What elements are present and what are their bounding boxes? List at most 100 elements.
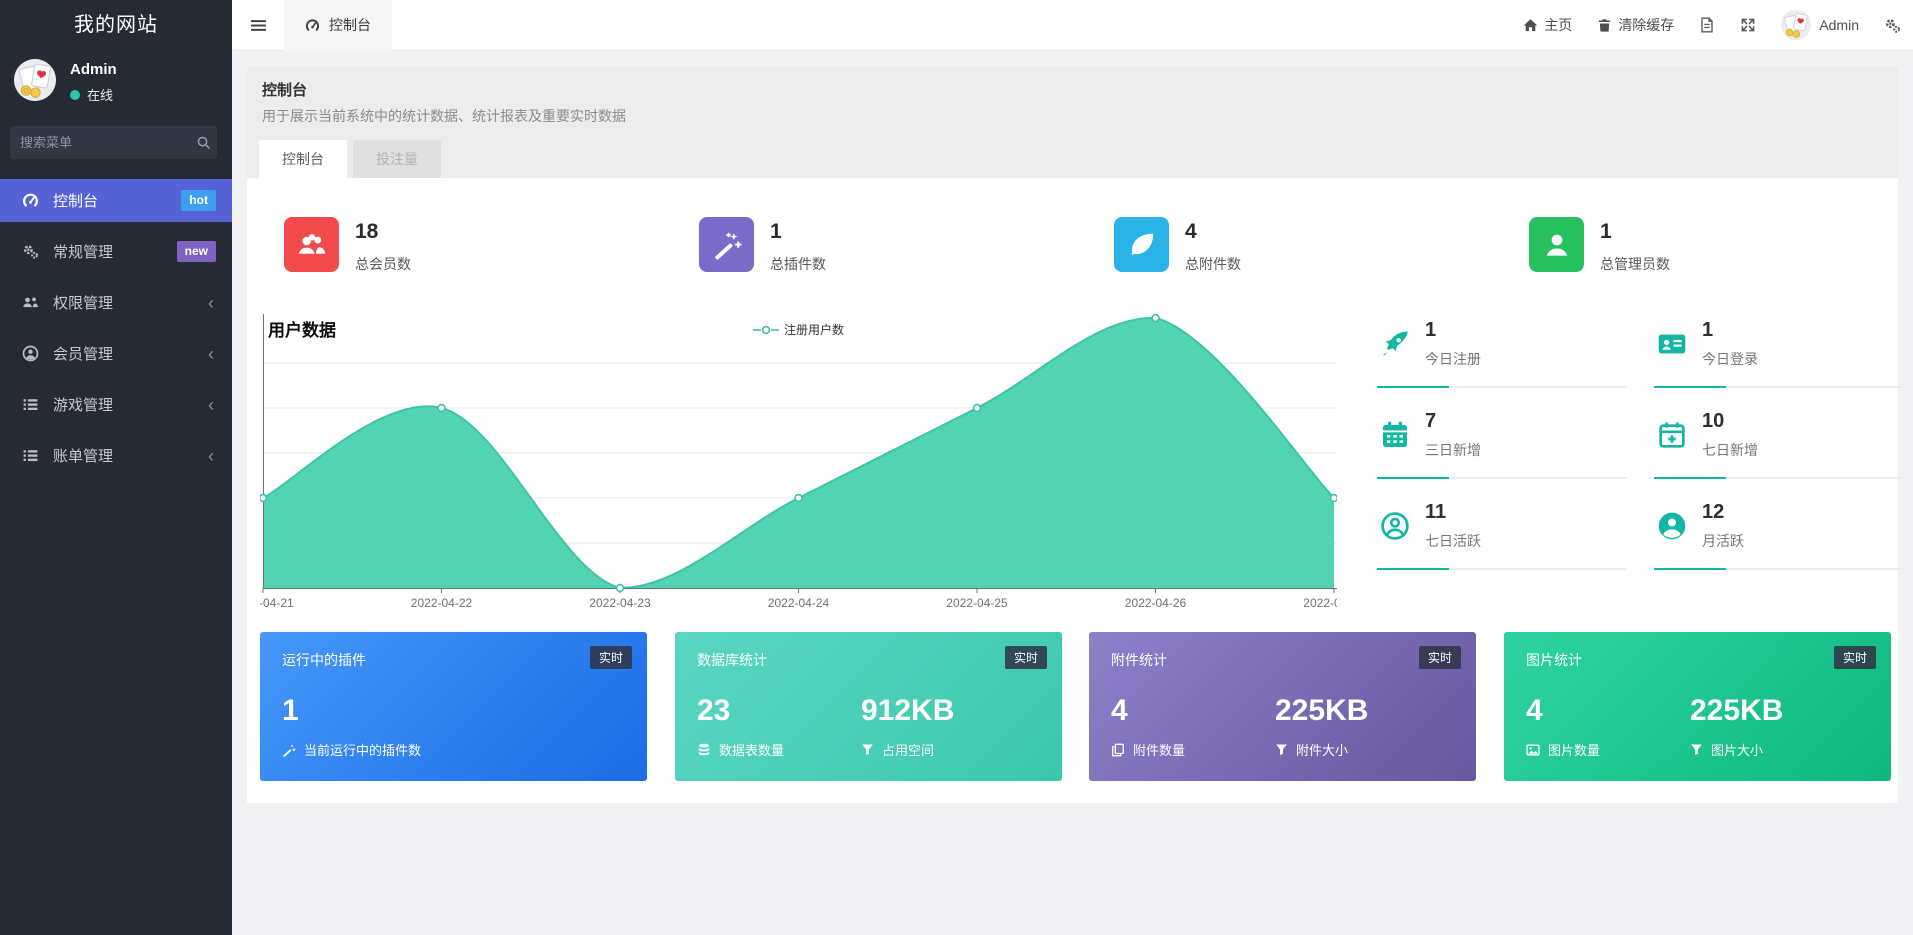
card-foot-label: 占用空间 [882, 740, 934, 759]
expand-icon[interactable] [1740, 17, 1756, 33]
stat-label: 总管理员数 [1600, 254, 1670, 274]
svg-text:2022-04-26: 2022-04-26 [1125, 596, 1187, 610]
sidebar-item-general[interactable]: 常规管理 new [0, 230, 232, 273]
card-foot: 数据表数量 [697, 740, 784, 759]
users-icon [22, 294, 40, 311]
stat-label: 总附件数 [1185, 254, 1241, 274]
stat-label: 总会员数 [355, 254, 411, 274]
database-icon [697, 743, 711, 757]
sidebar-item-console[interactable]: 控制台 hot [0, 179, 232, 222]
cogs-icon [22, 243, 40, 260]
clear-cache-label: 清除缓存 [1618, 15, 1674, 35]
leaf-icon [1114, 217, 1169, 272]
topbar-tab-label: 控制台 [329, 15, 371, 35]
card-size-value: 225KB [1690, 694, 1783, 728]
card-foot-label: 图片数量 [1548, 740, 1600, 759]
stat-value: 1 [770, 220, 826, 243]
user-status-label: 在线 [87, 85, 113, 104]
search-icon[interactable] [196, 135, 211, 150]
search-input[interactable] [20, 135, 196, 150]
avatar[interactable] [14, 59, 56, 101]
sidebar-item-bills[interactable]: 账单管理 ‹ [0, 434, 232, 477]
home-label: 主页 [1544, 15, 1572, 35]
stat-total-members: 18 总会员数 [284, 217, 411, 274]
copy-icon [1111, 743, 1125, 757]
sidebar: 我的网站 Admin 在线 [0, 0, 232, 935]
site-title: 我的网站 [0, 0, 232, 51]
realtime-badge: 实时 [590, 646, 632, 669]
stat-value: 18 [355, 220, 411, 243]
content-tabs: 控制台 投注量 [259, 140, 441, 178]
mini-stat-underline [1654, 386, 1904, 388]
topbar-user[interactable]: Admin [1781, 10, 1859, 40]
mini-stat-value: 7 [1425, 410, 1436, 433]
mini-stat-value: 10 [1702, 410, 1724, 433]
gauge-icon [22, 192, 40, 209]
stat-value: 1 [1600, 220, 1670, 243]
filter-icon [1275, 743, 1288, 756]
stat-total-attachments: 4 总附件数 [1114, 217, 1241, 274]
card-size-value: 225KB [1275, 694, 1368, 728]
stat-value: 4 [1185, 220, 1241, 243]
hamburger-icon[interactable] [232, 17, 284, 34]
card-foot: 附件数量 [1111, 740, 1185, 759]
sidebar-item-label: 常规管理 [53, 241, 113, 262]
list-icon [22, 447, 40, 464]
gauge-icon [305, 18, 320, 33]
legend-marker-icon [753, 325, 779, 335]
page-header: 控制台 用于展示当前系统中的统计数据、统计报表及重要实时数据 控制台 投注量 [247, 67, 1898, 178]
mini-stat-underline [1654, 568, 1904, 570]
user-icon [1529, 217, 1584, 272]
gears-icon[interactable] [1884, 17, 1901, 34]
area-chart-plot: 2022-04-212022-04-222022-04-232022-04-24… [260, 310, 1337, 610]
user-data-chart: 用户数据 注册用户数 2022-04-212022-04-222022-04-2… [260, 310, 1337, 615]
clear-cache-link[interactable]: 清除缓存 [1597, 15, 1674, 35]
mini-stat-underline [1377, 386, 1627, 388]
topbar-username: Admin [1819, 17, 1859, 33]
admin-dashboard: 我的网站 Admin 在线 [0, 0, 1913, 935]
menu-search [10, 126, 217, 159]
cards-coins-avatar [14, 59, 56, 101]
sidebar-item-label: 游戏管理 [53, 394, 113, 415]
legend-label: 注册用户数 [784, 321, 844, 338]
document-icon[interactable] [1699, 17, 1715, 33]
avatar [1781, 10, 1811, 40]
mini-stat-label: 月活跃 [1702, 531, 1744, 551]
svg-text:2022-04-24: 2022-04-24 [768, 596, 830, 610]
mini-stat-label: 今日注册 [1425, 349, 1481, 369]
card-foot-label: 数据表数量 [719, 740, 784, 759]
filter-icon [1690, 743, 1703, 756]
svg-text:2022-04-25: 2022-04-25 [946, 596, 1008, 610]
mini-stat-value: 12 [1702, 501, 1724, 524]
rocket-icon [1379, 328, 1411, 360]
tab-bets[interactable]: 投注量 [353, 140, 441, 178]
card-title: 数据库统计 [697, 650, 767, 670]
mini-stat-today-logins: 1 今日登录 [1654, 318, 1904, 388]
sidebar-item-label: 账单管理 [53, 445, 113, 466]
tab-console[interactable]: 控制台 [259, 140, 347, 178]
stat-label: 总插件数 [770, 254, 826, 274]
user-outline-icon [1379, 510, 1411, 542]
svg-text:2022-04-21: 2022-04-21 [260, 596, 294, 610]
sidebar-item-members[interactable]: 会员管理 ‹ [0, 332, 232, 375]
sidebar-item-permissions[interactable]: 权限管理 ‹ [0, 281, 232, 324]
card-title: 附件统计 [1111, 650, 1167, 670]
card-title: 图片统计 [1526, 650, 1582, 670]
users-icon [284, 217, 339, 272]
sidebar-user-block: Admin 在线 [0, 59, 232, 119]
card-value: 4 [1111, 694, 1128, 728]
home-icon [1523, 18, 1538, 33]
card-foot: 图片数量 [1526, 740, 1600, 759]
home-link[interactable]: 主页 [1523, 15, 1572, 35]
card-foot-size: 占用空间 [861, 740, 934, 759]
topbar-tab-console[interactable]: 控制台 [284, 0, 392, 51]
svg-text:2022-04-22: 2022-04-22 [411, 596, 473, 610]
wand-icon [282, 743, 296, 757]
sidebar-item-games[interactable]: 游戏管理 ‹ [0, 383, 232, 426]
sidebar-item-label: 会员管理 [53, 343, 113, 364]
mini-stat-underline [1654, 477, 1904, 479]
mini-stat-label: 三日新增 [1425, 440, 1481, 460]
chart-legend-item[interactable]: 注册用户数 [260, 321, 1337, 338]
card-attachment-stats: 附件统计 实时 4 225KB 附件数量 附件大小 [1089, 632, 1476, 781]
card-value: 4 [1526, 694, 1543, 728]
